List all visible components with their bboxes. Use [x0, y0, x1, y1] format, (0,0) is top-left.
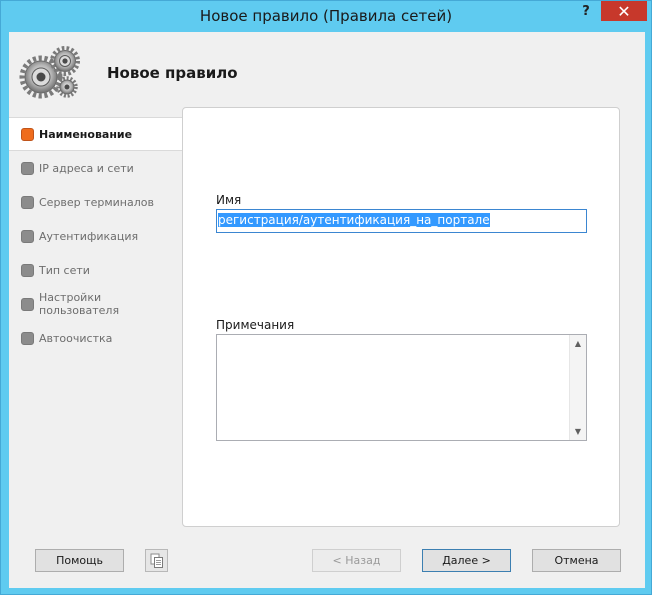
step-marker-icon [21, 229, 34, 243]
gears-icon [19, 46, 80, 99]
nav-step-label: Аутентификация [39, 229, 139, 243]
step-marker-icon [21, 263, 34, 277]
nav-step-name[interactable]: Наименование [9, 117, 183, 151]
nav-step-label: Настройки пользователя [39, 291, 120, 317]
copy-button[interactable] [145, 549, 168, 572]
scroll-down-icon[interactable]: ▼ [570, 423, 586, 440]
notes-scrollbar[interactable]: ▲ ▼ [569, 335, 586, 440]
nav-step-network-type[interactable]: Тип сети [9, 253, 183, 287]
help-button[interactable]: Помощь [35, 549, 124, 572]
notes-label: Примечания [216, 318, 295, 332]
close-button[interactable]: ✕ [601, 1, 647, 21]
cancel-button[interactable]: Отмена [532, 549, 621, 572]
name-input-value: регистрация/аутентификация_на_портале [218, 213, 490, 227]
step-marker-icon [21, 127, 34, 141]
nav-step-autoclean[interactable]: Автоочистка [9, 321, 183, 355]
step-marker-icon [21, 195, 34, 209]
step-marker-icon [21, 297, 34, 311]
scroll-up-icon[interactable]: ▲ [570, 335, 586, 352]
nav-step-label: Сервер терминалов [39, 195, 154, 209]
next-button[interactable]: Далее > [422, 549, 511, 572]
page-title: Новое правило [107, 64, 238, 82]
title-bar[interactable]: Новое правило (Правила сетей) ? ✕ [1, 1, 651, 31]
nav-step-authentication[interactable]: Аутентификация [9, 219, 183, 253]
content-panel: Имя регистрация/аутентификация_на_портал… [182, 107, 620, 527]
nav-step-user-settings[interactable]: Настройки пользователя [9, 287, 183, 321]
dialog-client-area: Новое правило Наименование IP адреса и с… [9, 32, 645, 588]
nav-step-terminal-server[interactable]: Сервер терминалов [9, 185, 183, 219]
nav-step-label: IP адреса и сети [39, 161, 134, 175]
copy-icon [150, 553, 163, 568]
window-title: Новое правило (Правила сетей) [199, 7, 453, 25]
back-button[interactable]: < Назад [312, 549, 401, 572]
notes-textarea[interactable]: ▲ ▼ [216, 334, 587, 441]
nav-step-ip-addresses[interactable]: IP адреса и сети [9, 151, 183, 185]
step-marker-icon [21, 161, 34, 175]
nav-step-label: Тип сети [39, 263, 90, 277]
name-label: Имя [216, 193, 242, 207]
wizard-steps-nav: Наименование IP адреса и сети Сервер тер… [9, 117, 183, 355]
nav-step-label: Наименование [39, 127, 133, 141]
help-title-button[interactable]: ? [572, 1, 600, 21]
name-input[interactable]: регистрация/аутентификация_на_портале [216, 209, 587, 233]
nav-step-label: Автоочистка [39, 331, 113, 345]
dialog-window: Новое правило (Правила сетей) ? ✕ Новое … [0, 0, 652, 595]
step-marker-icon [21, 331, 34, 345]
